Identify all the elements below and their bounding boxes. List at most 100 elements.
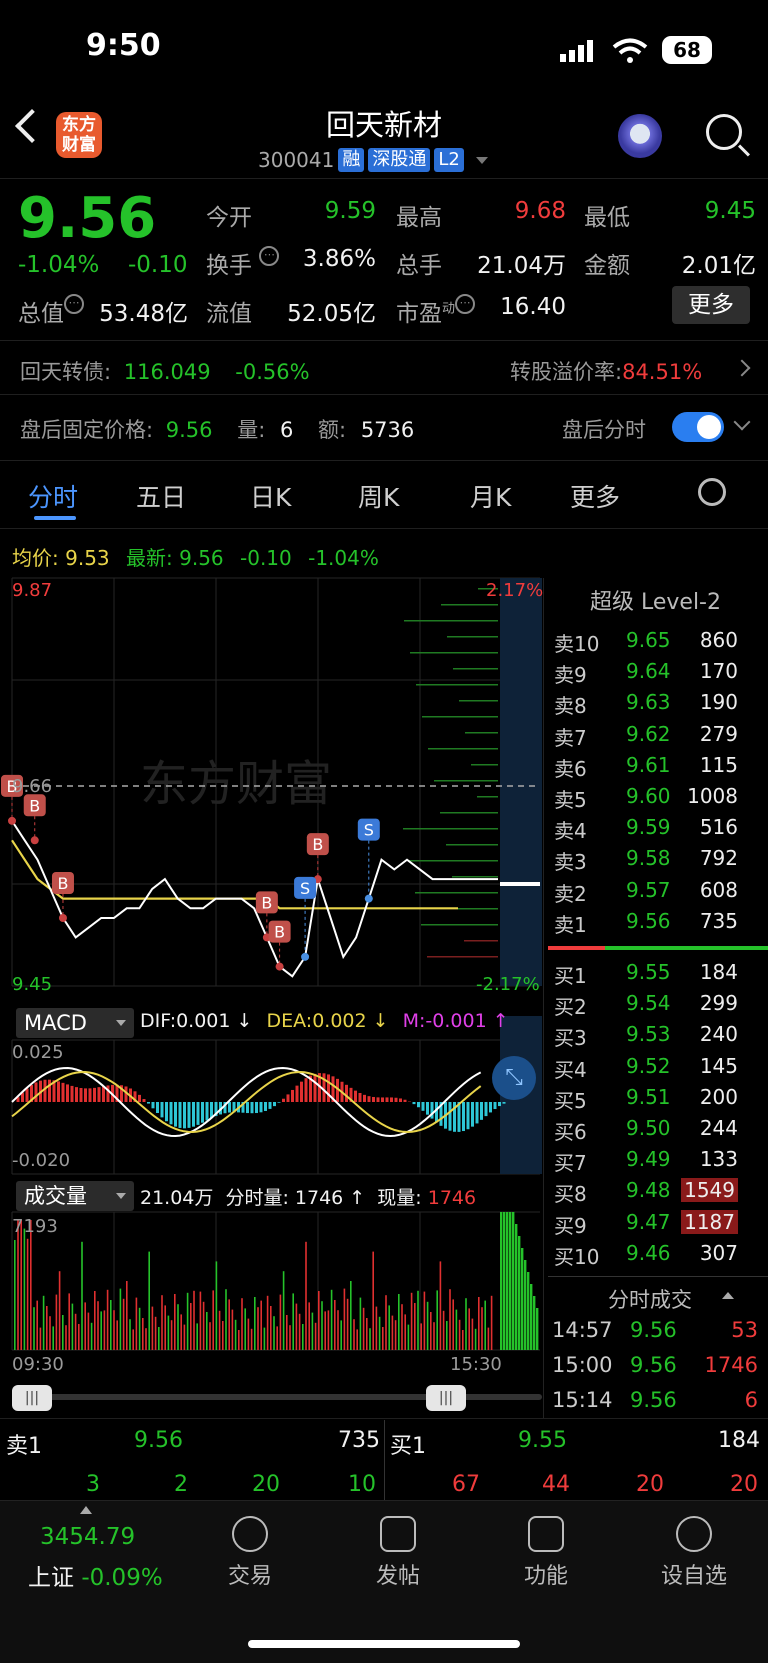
- chevron-right-icon[interactable]: [733, 359, 751, 377]
- ask-row[interactable]: 卖2 9.57 608: [548, 878, 768, 909]
- expand-icon[interactable]: ⤡: [492, 1056, 536, 1100]
- ask-row[interactable]: 卖9 9.64 170: [548, 659, 768, 690]
- slider-handle-left[interactable]: |||: [12, 1385, 52, 1411]
- nav-watchlist[interactable]: 设自选: [634, 1516, 754, 1590]
- index-value[interactable]: 3454.79: [40, 1524, 135, 1550]
- nav-trade[interactable]: 交易: [190, 1516, 310, 1590]
- axis-bottom-price: 9.45: [12, 974, 53, 995]
- axis-mid-price: 9.66: [12, 776, 53, 797]
- afterhours-volume-bar: [515, 1224, 518, 1350]
- nav-functions[interactable]: 功能: [486, 1516, 606, 1590]
- volume-bar: [385, 1295, 387, 1350]
- ask-vol: 115: [699, 752, 738, 777]
- macd-bar: [97, 1087, 101, 1102]
- search-icon[interactable]: [706, 114, 742, 150]
- tab-five-day[interactable]: 五日: [136, 478, 186, 514]
- volume-bar: [417, 1290, 419, 1350]
- volume-bar: [113, 1310, 115, 1350]
- ask-row[interactable]: 卖4 9.59 516: [548, 815, 768, 846]
- macd-selector[interactable]: MACD: [16, 1008, 134, 1038]
- ask-row[interactable]: 卖6 9.61 115: [548, 753, 768, 784]
- bid-vol: 133: [699, 1147, 738, 1172]
- volume-bar: [359, 1297, 362, 1350]
- chevron-down-icon[interactable]: [733, 413, 751, 431]
- premium-row[interactable]: 转股溢价率:84.51%: [510, 356, 702, 386]
- ask-price: 9.57: [626, 877, 671, 902]
- volume-bar: [286, 1315, 288, 1350]
- volume-bar: [382, 1327, 384, 1350]
- volume-bar: [372, 1251, 374, 1350]
- tab-intraday[interactable]: 分时: [28, 478, 78, 514]
- bid-row[interactable]: 买6 9.50 244: [548, 1116, 768, 1147]
- intraday-chart[interactable]: 东方财富 BBBBBBSS: [0, 540, 545, 1370]
- bid-row[interactable]: 买5 9.51 200: [548, 1085, 768, 1116]
- tab-more[interactable]: 更多: [570, 478, 620, 514]
- bid-row[interactable]: 买8 9.48 1549: [548, 1178, 768, 1209]
- robot-assistant-icon[interactable]: [618, 114, 662, 158]
- bid-row[interactable]: 买1 9.55 184: [548, 960, 768, 991]
- nav-post[interactable]: 发帖: [338, 1516, 458, 1590]
- ask-row[interactable]: 卖1 9.56 735: [548, 909, 768, 940]
- macd-bar: [471, 1102, 474, 1127]
- ask-row[interactable]: 卖3 9.58 792: [548, 846, 768, 877]
- volume-bar: [215, 1261, 218, 1350]
- volume-bar: [138, 1307, 141, 1350]
- depth-bar: [427, 956, 498, 958]
- volume-bar: [225, 1289, 227, 1350]
- volume-bar: [42, 1295, 45, 1350]
- slider-handle-right[interactable]: |||: [426, 1385, 466, 1411]
- stock-code-row[interactable]: 300041 融 深股通 L2: [258, 148, 488, 172]
- volume-bar: [81, 1241, 83, 1350]
- gear-icon[interactable]: [698, 478, 726, 506]
- ticks-title[interactable]: 分时成交: [608, 1284, 692, 1314]
- afterhours-toggle[interactable]: [672, 412, 724, 442]
- battery-icon: 68: [662, 36, 712, 64]
- tick-time: 15:00: [552, 1353, 613, 1377]
- bid-vol: 184: [699, 960, 738, 984]
- tab-week-k[interactable]: 周K: [358, 478, 399, 514]
- level2-title[interactable]: 超级 Level-2: [543, 584, 768, 616]
- ask-row[interactable]: 卖10 9.65 860: [548, 628, 768, 659]
- volume-bar: [135, 1297, 138, 1350]
- status-time: 9:50: [86, 28, 161, 63]
- bond-row[interactable]: 回天转债: 116.049 -0.56%: [20, 356, 310, 386]
- ask-row[interactable]: 卖7 9.62 279: [548, 722, 768, 753]
- volume-bar: [74, 1313, 77, 1350]
- ask-label: 卖4: [554, 819, 587, 844]
- volume-bar: [58, 1271, 61, 1350]
- chevron-up-icon[interactable]: [80, 1506, 92, 1514]
- tab-day-k[interactable]: 日K: [250, 478, 291, 514]
- bid-row[interactable]: 买4 9.52 145: [548, 1054, 768, 1085]
- ask-row[interactable]: 卖5 9.60 1008: [548, 784, 768, 815]
- macd-bar: [75, 1087, 78, 1102]
- bid-row[interactable]: 买10 9.46 307: [548, 1241, 768, 1272]
- ask-row[interactable]: 卖8 9.63 190: [548, 690, 768, 721]
- tab-month-k[interactable]: 月K: [470, 478, 511, 514]
- more-button[interactable]: 更多: [672, 286, 750, 324]
- bid-row[interactable]: 买3 9.53 240: [548, 1022, 768, 1053]
- bid-row[interactable]: 买7 9.49 133: [548, 1147, 768, 1178]
- volume-selector[interactable]: 成交量: [16, 1181, 134, 1211]
- info-icon[interactable]: ⋯: [64, 294, 84, 314]
- info-icon[interactable]: ⋯: [259, 246, 280, 266]
- ask-queue-item: 3: [86, 1472, 100, 1497]
- index-row[interactable]: 上证 -0.09%: [28, 1558, 163, 1592]
- bid-label: 买2: [554, 995, 587, 1020]
- volume-bar: [183, 1324, 186, 1350]
- ask-price: 9.63: [626, 690, 671, 715]
- volume-bar: [161, 1295, 163, 1350]
- bid-row[interactable]: 买2 9.54 299: [548, 991, 768, 1022]
- bottom-ask-label: 卖1: [6, 1434, 42, 1459]
- low-label: 最低: [584, 205, 630, 231]
- bid-row[interactable]: 买9 9.47 1187: [548, 1209, 768, 1241]
- info-icon[interactable]: ⋯: [455, 294, 476, 314]
- tick-row: 15:00 9.56 1746: [548, 1353, 768, 1387]
- volume-bar: [426, 1301, 429, 1350]
- volume-total: 21.04万: [140, 1187, 214, 1209]
- afterhours-volume-bar: [524, 1260, 527, 1350]
- ask-vol: 190: [699, 690, 738, 715]
- afterhours-vol-label: 量:: [237, 418, 266, 442]
- chevron-up-icon[interactable]: [722, 1292, 734, 1299]
- volume-bar: [55, 1294, 58, 1350]
- macd-bar: [363, 1094, 366, 1102]
